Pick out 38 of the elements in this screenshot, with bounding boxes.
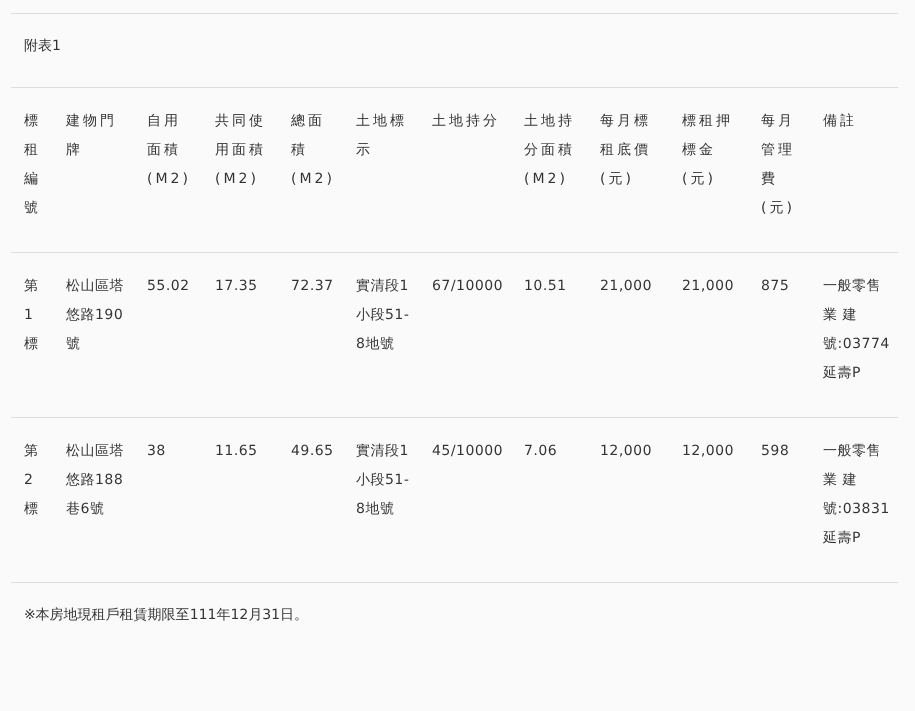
column-header: 共同使用面積(M2) xyxy=(202,88,278,253)
table-cell: 實清段1小段51-8地號 xyxy=(343,253,419,418)
table-cell: 72.37 xyxy=(278,253,343,418)
column-header: 標租編號 xyxy=(11,88,53,253)
column-header: 標租押標金(元) xyxy=(669,88,748,253)
caption: 附表1 xyxy=(23,37,62,56)
table-cell: 38 xyxy=(134,418,202,583)
table-cell: 12,000 xyxy=(587,418,669,583)
table-cell: 第1標 xyxy=(11,253,53,418)
table-cell: 松山區塔悠路188巷6號 xyxy=(53,418,134,583)
table-cell: 67/10000 xyxy=(419,253,511,418)
column-header: 土地持分 xyxy=(419,88,511,253)
table-cell: 598 xyxy=(748,418,810,583)
column-header: 每月管理費(元) xyxy=(748,88,810,253)
column-header: 土地標示 xyxy=(343,88,419,253)
column-header: 每月標租底價(元) xyxy=(587,88,669,253)
table-cell: 21,000 xyxy=(587,253,669,418)
column-header: 備註 xyxy=(810,88,898,253)
table-cell: 875 xyxy=(748,253,810,418)
table-cell: 松山區塔悠路190號 xyxy=(53,253,134,418)
table-cell: 55.02 xyxy=(134,253,202,418)
column-header: 總面積(M2) xyxy=(278,88,343,253)
table-cell: 實清段1小段51-8地號 xyxy=(343,418,419,583)
table-cell: 11.65 xyxy=(202,418,278,583)
table-cell: 45/10000 xyxy=(419,418,511,583)
table-cell: 12,000 xyxy=(669,418,748,583)
table-cell: 第2標 xyxy=(11,418,53,583)
table-cell: 7.06 xyxy=(511,418,587,583)
column-header: 土地持分面積(M2) xyxy=(511,88,587,253)
table-cell: 一般零售業 建號:03831 延壽P xyxy=(810,418,898,583)
table-cell: 21,000 xyxy=(669,253,748,418)
table-cell: 49.65 xyxy=(278,418,343,583)
column-header: 建物門牌 xyxy=(53,88,134,253)
table-cell: 10.51 xyxy=(511,253,587,418)
table-cell: 一般零售業 建號:03774 延壽P xyxy=(810,253,898,418)
footnote: ※本房地現租戶租賃期限至111年12月31日。 xyxy=(23,606,310,625)
column-header: 自用面積(M2) xyxy=(134,88,202,253)
table-cell: 17.35 xyxy=(202,253,278,418)
